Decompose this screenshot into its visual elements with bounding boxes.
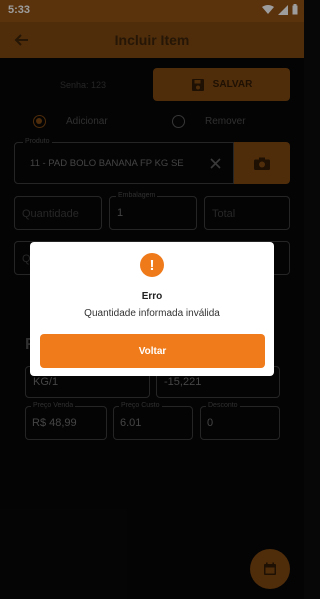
error-dialog: ! Erro Quantidade informada inválida Vol…: [30, 242, 274, 376]
dialog-title: Erro: [141, 291, 163, 302]
dialog-message: Quantidade informada inválida: [84, 308, 220, 319]
warning-icon: !: [140, 253, 164, 277]
voltar-button[interactable]: Voltar: [40, 334, 265, 368]
